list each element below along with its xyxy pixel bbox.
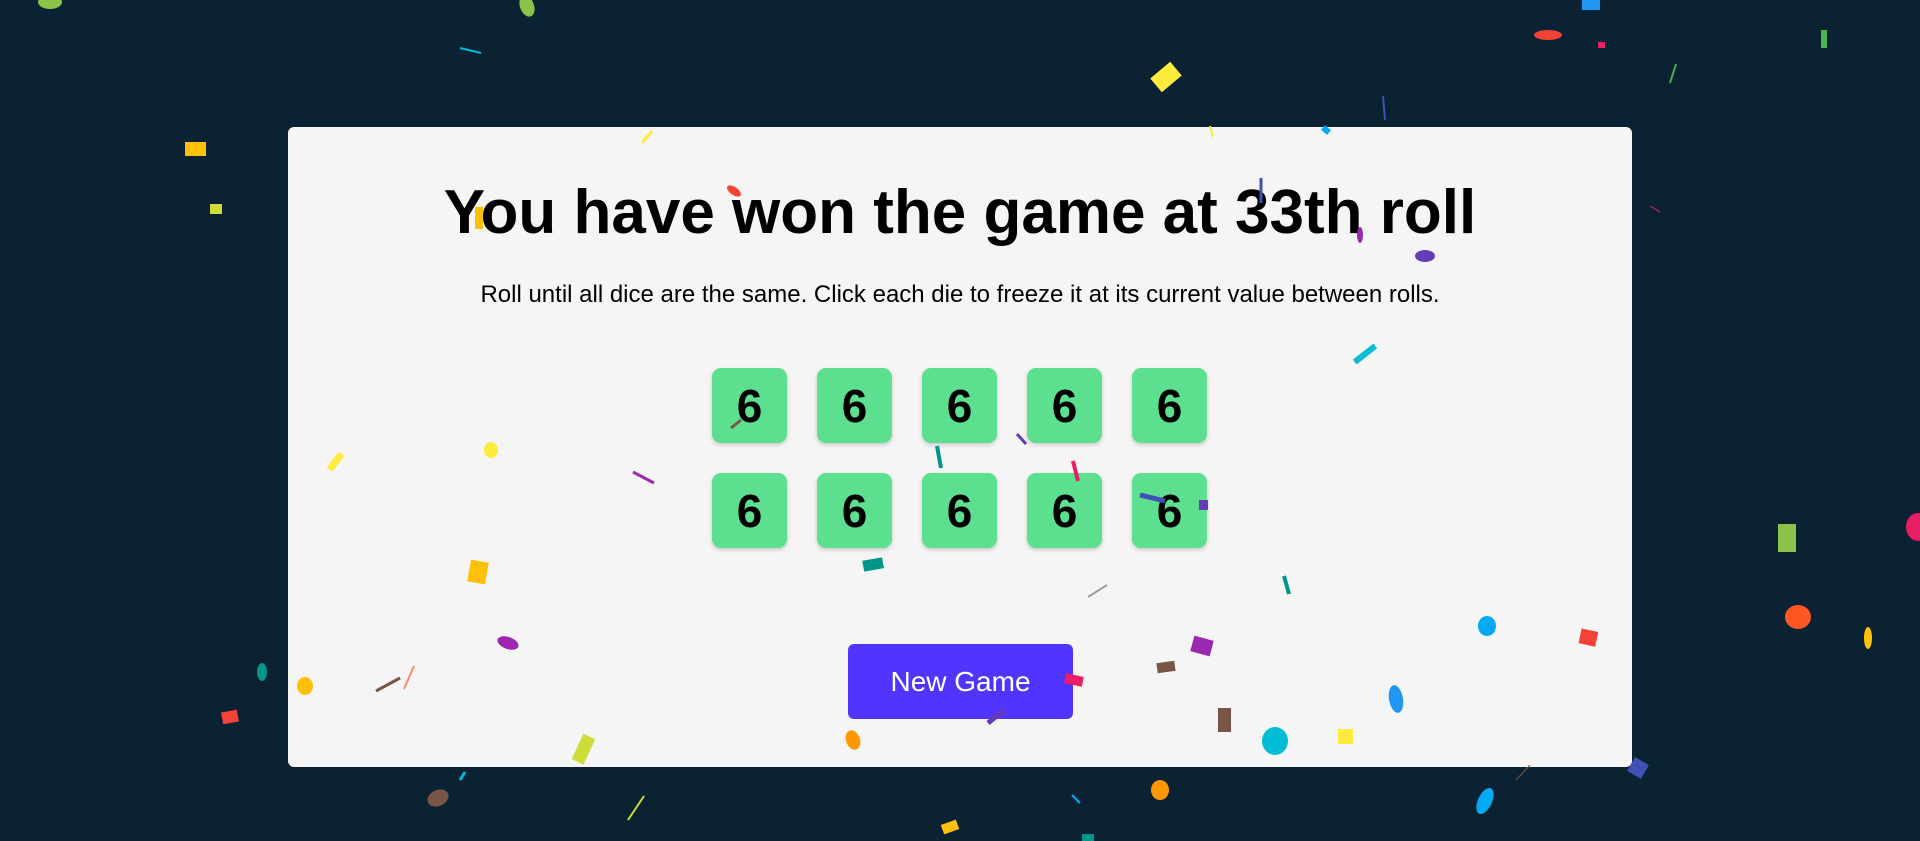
confetti-piece — [627, 795, 645, 821]
die-1[interactable]: 6 — [712, 368, 787, 443]
die-5[interactable]: 6 — [1132, 368, 1207, 443]
confetti-piece — [210, 204, 222, 214]
confetti-piece — [1071, 794, 1081, 804]
dice-grid: 6 6 6 6 6 6 6 6 6 6 — [712, 368, 1212, 548]
confetti-piece — [185, 142, 206, 156]
app-root: You have won the game at 33th roll Roll … — [0, 0, 1920, 841]
die-9[interactable]: 6 — [1027, 473, 1102, 548]
confetti-piece — [1476, 787, 1494, 815]
confetti-piece — [940, 819, 960, 835]
confetti-piece — [1082, 834, 1094, 841]
game-instructions: Roll until all dice are the same. Click … — [480, 281, 1440, 308]
confetti-piece — [1150, 61, 1182, 93]
confetti-piece — [38, 0, 62, 9]
game-panel: You have won the game at 33th roll Roll … — [288, 127, 1632, 767]
confetti-piece — [1649, 205, 1661, 213]
die-2[interactable]: 6 — [817, 368, 892, 443]
die-3[interactable]: 6 — [922, 368, 997, 443]
confetti-piece — [1598, 42, 1605, 48]
confetti-piece — [1382, 95, 1386, 121]
confetti-piece — [1534, 30, 1562, 40]
confetti-piece — [1669, 63, 1677, 84]
confetti-piece — [257, 663, 267, 681]
win-title: You have won the game at 33th roll — [443, 178, 1477, 247]
confetti-piece — [519, 0, 535, 17]
die-4[interactable]: 6 — [1027, 368, 1102, 443]
confetti-piece — [459, 47, 482, 54]
confetti-piece — [1778, 524, 1796, 552]
new-game-button[interactable]: New Game — [848, 644, 1073, 719]
confetti-piece — [1864, 627, 1872, 649]
confetti-piece — [1785, 605, 1811, 629]
confetti-piece — [221, 709, 239, 725]
confetti-piece — [1821, 30, 1827, 48]
confetti-piece — [1515, 764, 1531, 781]
die-6[interactable]: 6 — [712, 473, 787, 548]
confetti-piece — [427, 789, 449, 807]
confetti-piece — [458, 771, 467, 781]
die-7[interactable]: 6 — [817, 473, 892, 548]
die-10[interactable]: 6 — [1132, 473, 1207, 548]
die-8[interactable]: 6 — [922, 473, 997, 548]
confetti-piece — [1151, 780, 1169, 800]
confetti-piece — [1582, 0, 1600, 10]
confetti-piece — [1906, 513, 1920, 541]
